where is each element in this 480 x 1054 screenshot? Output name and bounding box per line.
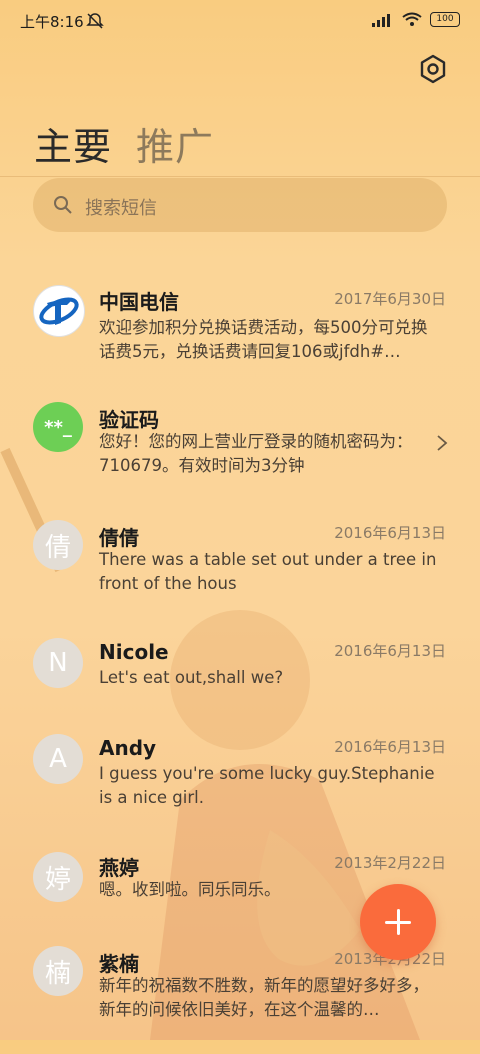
contact-name: Andy	[99, 736, 157, 760]
tab-promotions[interactable]: 推广	[136, 116, 214, 171]
status-bar: 上午8:16 100	[0, 0, 480, 40]
search-bar[interactable]: 搜索短信	[33, 178, 447, 232]
tab-primary[interactable]: 主要	[34, 116, 112, 171]
battery-icon: 100	[430, 12, 460, 27]
settings-icon[interactable]	[418, 54, 448, 84]
contact-name: 中国电信	[99, 290, 179, 314]
tab-bar: 主要 推广	[34, 116, 214, 171]
message-preview: 您好！您的网上营业厅登录的随机密码为：710679。有效时间为3分钟	[99, 432, 413, 475]
contact-name: 验证码	[99, 408, 159, 432]
chevron-right-icon	[437, 435, 448, 451]
contact-name: 倩倩	[99, 526, 139, 550]
contact-avatar: 婷	[33, 852, 83, 902]
telecom-logo-avatar	[33, 285, 85, 337]
contact-name: 紫楠	[99, 952, 139, 976]
conversation-item[interactable]: **_ 验证码 您好！您的网上营业厅登录的随机密码为：710679。有效时间为3…	[0, 400, 480, 510]
contact-name: 燕婷	[99, 856, 139, 880]
conversation-item[interactable]: A Andy 2016年6月13日 I guess you're some lu…	[0, 732, 480, 842]
search-icon	[54, 196, 72, 214]
contact-avatar: 倩	[33, 520, 83, 570]
contact-avatar: N	[33, 638, 83, 688]
conversation-item[interactable]: 中国电信 2017年6月30日 欢迎参加积分兑换话费活动，每500分可兑换话费5…	[0, 282, 480, 392]
plus-icon-vertical	[396, 909, 400, 935]
telecom-logo-icon	[39, 297, 79, 325]
message-preview: There was a table set out under a tree i…	[99, 550, 437, 593]
message-date: 2016年6月13日	[334, 642, 446, 660]
conversation-item[interactable]: N Nicole 2016年6月13日 Let's eat out,shall …	[0, 636, 480, 746]
verification-avatar: **_	[33, 402, 83, 452]
message-date: 2017年6月30日	[334, 290, 446, 308]
message-preview: I guess you're some lucky guy.Stephanie …	[99, 764, 435, 807]
contact-avatar: A	[33, 734, 83, 784]
message-date: 2016年6月13日	[334, 738, 446, 756]
conversation-item[interactable]: 楠 紫楠 2013年2月22日 新年的祝福数不胜数，新年的愿望好多好多，新年的问…	[0, 944, 480, 1054]
status-time: 上午8:16	[20, 13, 84, 31]
header-divider	[0, 176, 480, 177]
signal-icon	[372, 13, 390, 27]
message-preview: 欢迎参加积分兑换话费活动，每500分可兑换话费5元，兑换话费请回复106或jfd…	[99, 318, 428, 361]
search-placeholder: 搜索短信	[85, 198, 157, 219]
message-preview: 新年的祝福数不胜数，新年的愿望好多好多，新年的问候依旧美好，在这个温馨的…	[99, 976, 429, 1019]
do-not-disturb-icon	[86, 13, 104, 29]
message-preview: Let's eat out,shall we?	[99, 668, 284, 687]
wifi-icon	[402, 12, 422, 26]
new-message-button[interactable]	[360, 884, 436, 960]
message-date: 2013年2月22日	[334, 854, 446, 872]
contact-name: Nicole	[99, 640, 169, 664]
contact-avatar: 楠	[33, 946, 83, 996]
conversation-item[interactable]: 倩 倩倩 2016年6月13日 There was a table set ou…	[0, 518, 480, 628]
message-date: 2016年6月13日	[334, 524, 446, 542]
